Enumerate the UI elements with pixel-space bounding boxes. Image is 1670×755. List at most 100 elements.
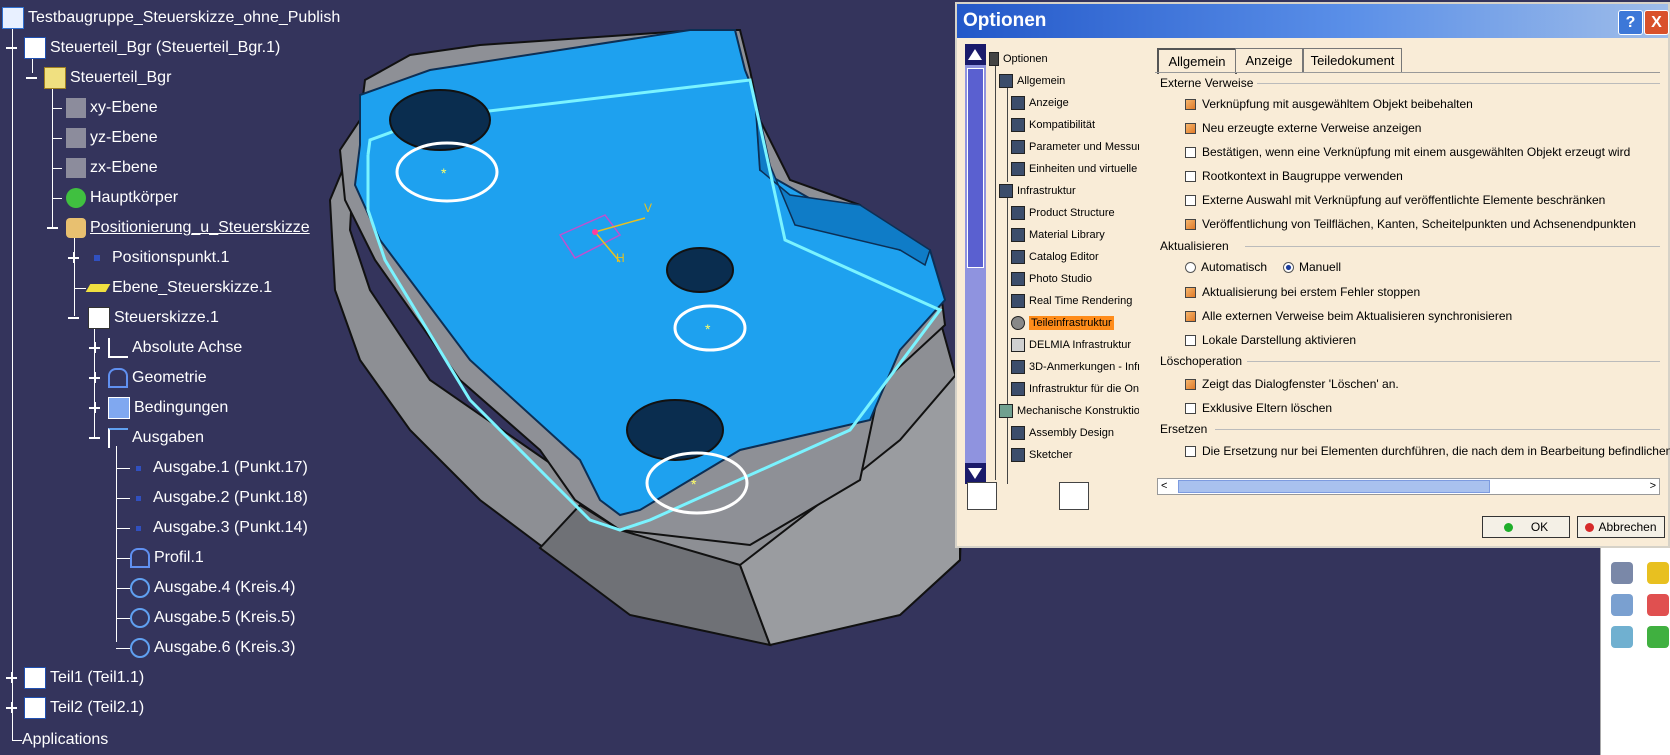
help-button[interactable]: ? <box>1618 10 1643 35</box>
options-tree-product-structure[interactable]: Product Structure <box>1011 203 1115 223</box>
cancel-button[interactable]: Abbrechen <box>1577 516 1665 538</box>
checkbox[interactable] <box>1185 122 1196 134</box>
collapse-toggle[interactable] <box>47 222 58 233</box>
checkbox[interactable] <box>1185 334 1196 346</box>
tree-item-ausgabe-3[interactable]: Ausgabe.3 (Punkt.14) <box>130 515 308 541</box>
tree-item-profil[interactable]: Profil.1 <box>130 545 204 571</box>
options-tree-kompatibilitaet[interactable]: Kompatibilität <box>1011 115 1095 135</box>
checkbox[interactable] <box>1185 146 1196 158</box>
option-externe-auswahl[interactable]: Externe Auswahl mit Verknüpfung auf verö… <box>1185 191 1605 209</box>
scroll-thumb[interactable] <box>967 68 984 268</box>
tree-item-ausgabe-5[interactable]: Ausgabe.5 (Kreis.5) <box>130 605 295 631</box>
tree-item-bedingungen[interactable]: Bedingungen <box>108 395 228 421</box>
tree-item-absolute-achse[interactable]: Absolute Achse <box>108 335 242 361</box>
toolbar-tool-icon[interactable] <box>1647 562 1669 584</box>
tree-item-ausgabe-4[interactable]: Ausgabe.4 (Kreis.4) <box>130 575 295 601</box>
options-tree-root[interactable]: Optionen <box>989 49 1048 69</box>
toolbar-tool-icon[interactable] <box>1647 594 1669 616</box>
collapse-toggle[interactable] <box>6 42 17 53</box>
horizontal-scrollbar[interactable]: < > <box>1157 478 1660 495</box>
radio-button[interactable] <box>1283 261 1294 273</box>
tree-item-geometrie[interactable]: Geometrie <box>108 365 207 391</box>
options-tree-mechanische-konstruktion[interactable]: Mechanische Konstruktion <box>999 401 1139 421</box>
tree-item-steuerskizze[interactable]: Steuerskizze.1 <box>88 305 219 331</box>
tree-item-ausgaben[interactable]: Ausgaben <box>108 425 204 451</box>
options-tree-online[interactable]: Infrastruktur für die Onli <box>1011 379 1139 399</box>
option-rootkontext[interactable]: Rootkontext in Baugruppe verwenden <box>1185 167 1403 185</box>
option-verweise-synchronisieren[interactable]: Alle externen Verweise beim Aktualisiere… <box>1185 307 1512 325</box>
options-tree-photo-studio[interactable]: Photo Studio <box>1011 269 1092 289</box>
tree-tool-button-2[interactable] <box>1059 482 1089 510</box>
option-lokale-darstellung[interactable]: Lokale Darstellung aktivieren <box>1185 331 1356 349</box>
checkbox[interactable] <box>1185 378 1196 390</box>
expand-toggle[interactable] <box>89 372 100 383</box>
option-verknuepfung-beibehalten[interactable]: Verknüpfung mit ausgewähltem Objekt beib… <box>1185 95 1473 113</box>
scroll-up-button[interactable] <box>965 44 986 65</box>
options-tree-real-time-rendering[interactable]: Real Time Rendering <box>1011 291 1132 311</box>
tree-item-zx-plane[interactable]: zx-Ebene <box>66 155 158 181</box>
options-tree-sketcher[interactable]: Sketcher <box>1011 445 1072 465</box>
collapse-toggle[interactable] <box>26 72 37 83</box>
options-tree-einheiten[interactable]: Einheiten und virtuelle Re <box>1011 159 1139 179</box>
expand-toggle[interactable] <box>6 672 17 683</box>
tree-item-applications[interactable]: Applications <box>22 727 108 753</box>
dialog-titlebar[interactable]: Optionen ? X <box>957 4 1669 38</box>
checkbox[interactable] <box>1185 98 1196 110</box>
tab-teiledokument[interactable]: Teiledokument <box>1303 48 1402 73</box>
checkbox[interactable] <box>1185 445 1196 457</box>
option-fehler-stoppen[interactable]: Aktualisierung bei erstem Fehler stoppen <box>1185 283 1420 301</box>
options-tree-catalog-editor[interactable]: Catalog Editor <box>1011 247 1099 267</box>
tree-item-yz-plane[interactable]: yz-Ebene <box>66 125 158 151</box>
tree-item-root[interactable]: Testbaugruppe_Steuerskizze_ohne_Publish <box>2 5 340 31</box>
options-tree-parameter[interactable]: Parameter und Messungen <box>1011 137 1139 157</box>
tree-item-steuerteil-bgr-instance[interactable]: Steuerteil_Bgr (Steuerteil_Bgr.1) <box>24 35 280 61</box>
options-tree-3d-anmerkungen[interactable]: 3D-Anmerkungen - Infras <box>1011 357 1139 377</box>
option-dialog-loeschen[interactable]: Zeigt das Dialogfenster 'Löschen' an. <box>1185 375 1399 393</box>
tree-item-ausgabe-2[interactable]: Ausgabe.2 (Punkt.18) <box>130 485 308 511</box>
expand-toggle[interactable] <box>89 342 100 353</box>
checkbox[interactable] <box>1185 310 1196 322</box>
options-tree-allgemein[interactable]: Allgemein <box>999 71 1065 91</box>
option-neu-externe-verweise[interactable]: Neu erzeugte externe Verweise anzeigen <box>1185 119 1421 137</box>
scroll-thumb[interactable] <box>1178 480 1490 493</box>
option-ersetzung[interactable]: Die Ersetzung nur bei Elementen durchfüh… <box>1185 442 1670 460</box>
tree-item-positionspunkt[interactable]: Positionspunkt.1 <box>88 245 229 271</box>
radio-button[interactable] <box>1185 261 1196 273</box>
tree-item-ausgabe-1[interactable]: Ausgabe.1 (Punkt.17) <box>130 455 308 481</box>
checkbox[interactable] <box>1185 286 1196 298</box>
ok-button[interactable]: OK <box>1482 516 1570 538</box>
options-tree-scrollbar[interactable] <box>965 44 986 484</box>
toolbar-tool-icon[interactable] <box>1611 594 1633 616</box>
options-tree-anzeige[interactable]: Anzeige <box>1011 93 1069 113</box>
tree-item-ausgabe-6[interactable]: Ausgabe.6 (Kreis.3) <box>130 635 295 661</box>
tree-item-ebene-steuerskizze[interactable]: Ebene_Steuerskizze.1 <box>85 275 272 301</box>
toolbar-tool-icon[interactable] <box>1611 626 1633 648</box>
tab-anzeige[interactable]: Anzeige <box>1235 48 1303 73</box>
options-tree-teileinfrastruktur[interactable]: Teileinfrastruktur <box>1011 313 1114 333</box>
toolbar-tool-icon[interactable] <box>1647 626 1669 648</box>
expand-toggle[interactable] <box>6 702 17 713</box>
collapse-toggle[interactable] <box>68 312 79 323</box>
close-button[interactable]: X <box>1644 10 1669 35</box>
tab-allgemein[interactable]: Allgemein <box>1157 48 1237 74</box>
options-tree-assembly-design[interactable]: Assembly Design <box>1011 423 1114 443</box>
expand-toggle[interactable] <box>68 252 79 263</box>
options-tree-material-library[interactable]: Material Library <box>1011 225 1105 245</box>
option-eltern-loeschen[interactable]: Exklusive Eltern löschen <box>1185 399 1332 417</box>
tree-tool-button-1[interactable] <box>967 482 997 510</box>
tree-item-hauptkoerper[interactable]: Hauptkörper <box>66 185 178 211</box>
checkbox[interactable] <box>1185 218 1196 230</box>
scroll-left-icon[interactable]: < <box>1161 480 1167 492</box>
checkbox[interactable] <box>1185 170 1196 182</box>
tree-item-teil2[interactable]: Teil2 (Teil2.1) <box>24 695 144 721</box>
toolbar-tool-icon[interactable] <box>1611 562 1633 584</box>
tree-item-positionierung[interactable]: Positionierung_u_Steuerskizze <box>66 215 310 241</box>
checkbox[interactable] <box>1185 194 1196 206</box>
tree-item-xy-plane[interactable]: xy-Ebene <box>66 95 158 121</box>
expand-toggle[interactable] <box>89 402 100 413</box>
radio-manuell[interactable]: Manuell <box>1283 258 1341 276</box>
option-veroeffentlichung[interactable]: Veröffentlichung von Teilflächen, Kanten… <box>1185 215 1636 233</box>
checkbox[interactable] <box>1185 402 1196 414</box>
tree-item-steuerteil-bgr[interactable]: Steuerteil_Bgr <box>44 65 171 91</box>
scroll-right-icon[interactable]: > <box>1650 480 1656 492</box>
